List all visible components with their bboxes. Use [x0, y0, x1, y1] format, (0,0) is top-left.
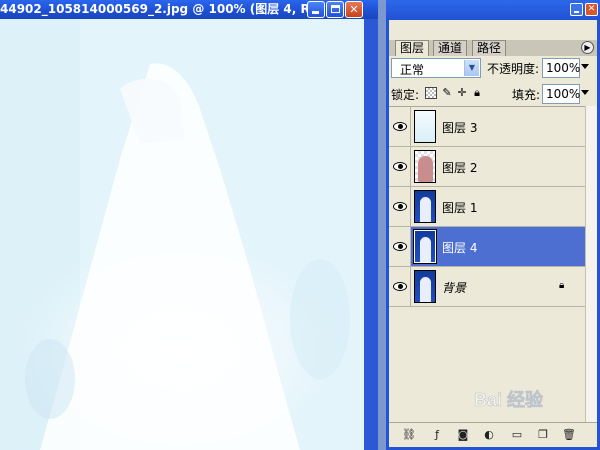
- lock-icon: 🔒︎: [559, 280, 565, 291]
- close-button[interactable]: ✕: [345, 1, 363, 18]
- lock-fill-row: 锁定: ✎ ✛ 🔒︎ 填充: 100%: [391, 84, 595, 104]
- baidu-watermark-logo: Bai 经验: [474, 389, 544, 411]
- visibility-toggle[interactable]: [389, 147, 411, 186]
- lock-move-icon[interactable]: ✛: [456, 87, 468, 99]
- image-canvas[interactable]: [0, 19, 364, 450]
- eye-icon: [393, 162, 407, 171]
- opacity-field[interactable]: 100%: [542, 58, 580, 78]
- document-title: 44902_105814000569_2.jpg @ 100% (图层 4, R…: [0, 2, 324, 16]
- blend-mode-value: 正常: [400, 63, 425, 77]
- adjustment-layer-icon[interactable]: ◐: [481, 428, 497, 442]
- palette-titlebar[interactable]: ✕: [386, 0, 600, 20]
- eye-icon: [393, 282, 407, 291]
- layer-row[interactable]: 图层 1: [389, 187, 585, 227]
- layer-name: 图层 1: [442, 201, 478, 215]
- document-scroll-edge: [364, 19, 378, 450]
- eye-icon: [393, 242, 407, 251]
- palette-minimize-button[interactable]: [570, 3, 583, 16]
- chevron-down-icon[interactable]: ▼: [464, 60, 479, 76]
- layer-row[interactable]: 背景 🔒︎: [389, 267, 585, 307]
- layer-row-selected[interactable]: 图层 4: [389, 227, 585, 267]
- layer-name: 图层 4: [442, 241, 478, 255]
- tab-layers[interactable]: 图层: [395, 40, 430, 56]
- workspace-gap: [378, 0, 386, 450]
- palette-menu-button[interactable]: ▶: [581, 41, 594, 54]
- link-layers-icon[interactable]: ⛓: [401, 428, 417, 442]
- visibility-toggle[interactable]: [389, 107, 411, 146]
- eye-icon: [393, 122, 407, 131]
- canvas-image: [0, 19, 364, 450]
- new-group-icon[interactable]: ▭: [509, 428, 525, 442]
- lock-transparent-icon[interactable]: [425, 87, 437, 99]
- opacity-label: 不透明度:: [487, 62, 540, 76]
- trash-icon[interactable]: 🗑︎: [561, 428, 577, 442]
- watermark-text: Bai 经验: [474, 389, 544, 410]
- layer-thumbnail: [414, 270, 436, 303]
- palette-tabs: 图层 通道 路径: [389, 40, 597, 56]
- tab-channels[interactable]: 通道: [433, 40, 468, 56]
- minimize-button[interactable]: [307, 1, 325, 18]
- layers-scrollbar[interactable]: [585, 106, 597, 422]
- tab-paths[interactable]: 路径: [472, 40, 507, 56]
- palette-close-button[interactable]: ✕: [585, 3, 598, 16]
- layer-mask-icon[interactable]: ◙: [455, 428, 471, 442]
- lock-all-icon[interactable]: 🔒︎: [471, 87, 483, 99]
- layer-name: 图层 2: [442, 161, 478, 175]
- new-layer-icon[interactable]: ❐: [535, 428, 551, 442]
- layer-row[interactable]: 图层 3: [389, 107, 585, 147]
- lock-label: 锁定:: [391, 88, 420, 102]
- visibility-toggle[interactable]: [389, 267, 411, 306]
- maximize-icon: [331, 5, 340, 13]
- layer-thumbnail: [414, 110, 436, 143]
- blend-opacity-row: 正常 ▼ 不透明度: 100%: [391, 58, 595, 78]
- document-window: 44902_105814000569_2.jpg @ 100% (图层 4, R…: [0, 0, 378, 450]
- eye-icon: [393, 202, 407, 211]
- close-icon: ✕: [349, 3, 359, 16]
- minimize-icon: [312, 11, 319, 14]
- layer-thumbnail: [413, 229, 437, 264]
- fill-label: 填充:: [512, 88, 541, 102]
- maximize-button[interactable]: [326, 1, 344, 18]
- layer-row[interactable]: 图层 2: [389, 147, 585, 187]
- layer-name: 背景: [442, 281, 467, 295]
- window-controls: ✕: [307, 1, 363, 18]
- fill-dropdown-icon[interactable]: [581, 90, 589, 95]
- visibility-toggle[interactable]: [389, 187, 411, 226]
- document-titlebar[interactable]: 44902_105814000569_2.jpg @ 100% (图层 4, R…: [0, 0, 378, 19]
- layer-style-icon[interactable]: ƒ: [429, 428, 445, 442]
- opacity-dropdown-icon[interactable]: [581, 64, 589, 69]
- blend-mode-select[interactable]: 正常 ▼: [391, 58, 481, 78]
- lock-brush-icon[interactable]: ✎: [441, 87, 453, 99]
- layer-thumbnail: [414, 190, 436, 223]
- palette-bottom-bar: ⛓ ƒ ◙ ◐ ▭ ❐ 🗑︎: [389, 422, 597, 447]
- visibility-toggle[interactable]: [389, 227, 411, 266]
- layers-list: 图层 3 图层 2 图层 1 图层 4 背景 🔒︎: [389, 106, 585, 422]
- layer-thumbnail: [414, 150, 436, 183]
- fill-field[interactable]: 100%: [542, 84, 580, 104]
- layer-name: 图层 3: [442, 121, 478, 135]
